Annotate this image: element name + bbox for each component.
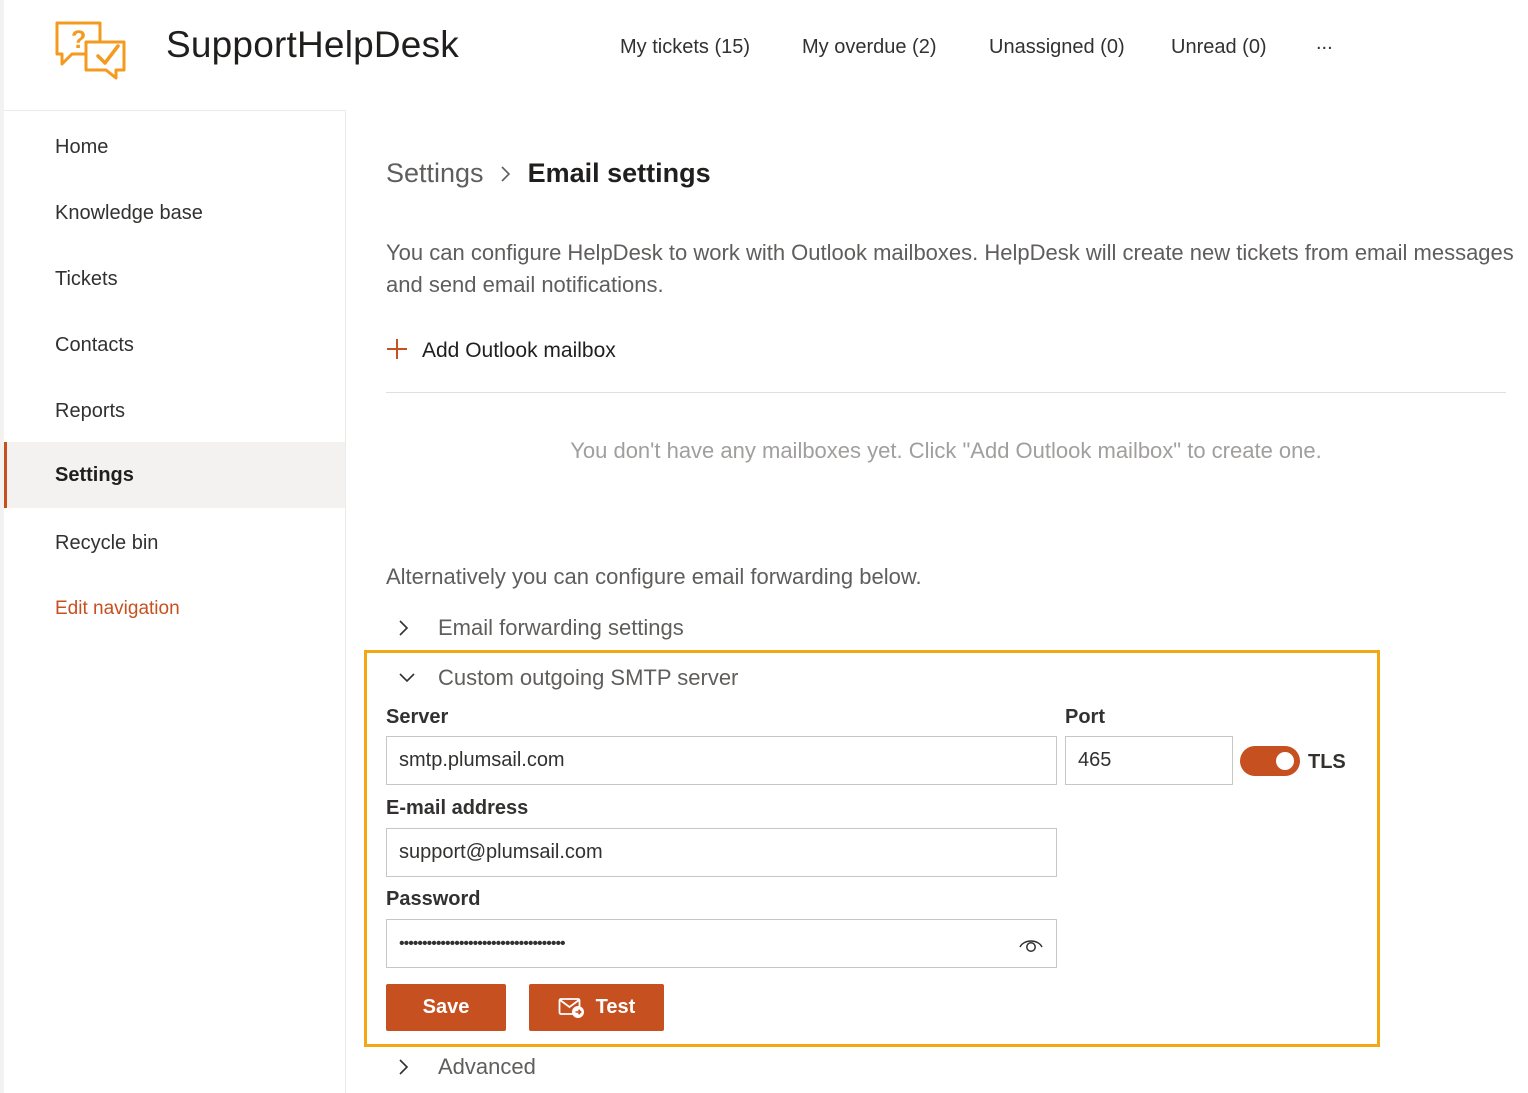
sidebar-item-tickets[interactable]: Tickets bbox=[4, 246, 345, 312]
port-input[interactable]: 465 bbox=[1065, 736, 1233, 785]
custom-smtp-server-toggle[interactable]: Custom outgoing SMTP server bbox=[398, 665, 738, 691]
topnav-my-tickets[interactable]: My tickets (15) bbox=[620, 36, 750, 59]
advanced-toggle[interactable]: Advanced bbox=[398, 1054, 536, 1080]
breadcrumb-settings-link[interactable]: Settings bbox=[386, 158, 484, 189]
save-button[interactable]: Save bbox=[386, 984, 506, 1031]
plus-icon bbox=[386, 336, 408, 366]
topnav-my-overdue[interactable]: My overdue (2) bbox=[802, 36, 937, 59]
topnav-more-button[interactable]: ... bbox=[1316, 32, 1333, 55]
topnav-unread[interactable]: Unread (0) bbox=[1171, 36, 1267, 59]
main-content: Settings Email settings You can configur… bbox=[346, 110, 1528, 1093]
email-forwarding-settings-toggle[interactable]: Email forwarding settings bbox=[398, 615, 684, 641]
port-label: Port bbox=[1065, 706, 1105, 728]
advanced-label: Advanced bbox=[438, 1054, 536, 1079]
email-address-input[interactable]: support@plumsail.com bbox=[386, 828, 1057, 877]
sidebar-item-home[interactable]: Home bbox=[4, 114, 345, 180]
add-outlook-mailbox-label: Add Outlook mailbox bbox=[422, 339, 616, 362]
sidebar-item-contacts[interactable]: Contacts bbox=[4, 312, 345, 378]
tls-toggle-knob bbox=[1276, 752, 1294, 770]
save-button-label: Save bbox=[422, 996, 470, 1018]
divider bbox=[386, 392, 1506, 393]
sidebar-item-reports[interactable]: Reports bbox=[4, 378, 345, 444]
tls-label: TLS bbox=[1308, 751, 1346, 773]
custom-smtp-server-label: Custom outgoing SMTP server bbox=[438, 665, 739, 690]
svg-text:?: ? bbox=[71, 26, 86, 54]
mail-test-icon bbox=[558, 997, 586, 1019]
server-label: Server bbox=[386, 706, 449, 728]
email-address-label: E-mail address bbox=[386, 797, 529, 819]
page-description: You can configure HelpDesk to work with … bbox=[386, 240, 1514, 297]
forwarding-intro-text: Alternatively you can configure email fo… bbox=[386, 564, 922, 589]
topnav-unassigned[interactable]: Unassigned (0) bbox=[989, 36, 1125, 59]
test-button[interactable]: Test bbox=[529, 984, 664, 1031]
chevron-right-icon bbox=[398, 1058, 418, 1076]
sidebar-item-recycle-bin[interactable]: Recycle bin bbox=[4, 510, 345, 576]
sidebar-item-knowledge-base[interactable]: Knowledge base bbox=[4, 180, 345, 246]
breadcrumb: Settings Email settings bbox=[386, 158, 711, 189]
chevron-down-icon bbox=[398, 672, 418, 684]
test-button-label: Test bbox=[595, 996, 636, 1018]
server-input[interactable]: smtp.plumsail.com bbox=[386, 736, 1057, 785]
sidebar-item-settings[interactable]: Settings bbox=[4, 442, 345, 508]
sidebar: Home Knowledge base Tickets Contacts Rep… bbox=[4, 110, 346, 1093]
password-input[interactable]: •••••••••••••••••••••••••••••••••••• bbox=[386, 919, 1057, 968]
email-forwarding-settings-label: Email forwarding settings bbox=[438, 615, 684, 640]
helpdesk-logo-icon[interactable]: ? bbox=[54, 18, 128, 80]
page-title: Email settings bbox=[527, 158, 711, 188]
site-title[interactable]: SupportHelpDesk bbox=[166, 24, 459, 66]
header: ? SupportHelpDesk My tickets (15) My ove… bbox=[4, 0, 1528, 108]
chevron-right-icon bbox=[500, 165, 512, 183]
add-outlook-mailbox-button[interactable]: Add Outlook mailbox bbox=[386, 336, 616, 366]
chevron-right-icon bbox=[398, 619, 418, 637]
edit-navigation-link[interactable]: Edit navigation bbox=[4, 576, 345, 642]
eye-icon[interactable] bbox=[1018, 932, 1044, 956]
tls-toggle[interactable] bbox=[1240, 746, 1300, 776]
password-label: Password bbox=[386, 888, 481, 910]
empty-mailboxes-message: You don't have any mailboxes yet. Click … bbox=[570, 438, 1322, 463]
password-value: •••••••••••••••••••••••••••••••••••• bbox=[399, 934, 566, 952]
